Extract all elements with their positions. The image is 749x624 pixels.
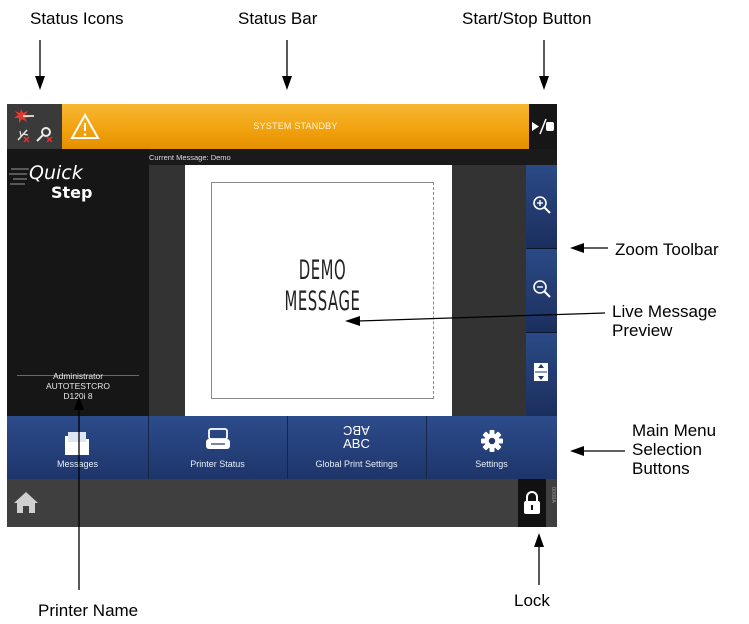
main-menu-callout-line3: Buttons [632, 459, 690, 478]
lock-callout: Lock [514, 591, 550, 610]
printer-info: Administrator AUTOTESTCRO D120i 8 [7, 371, 149, 401]
live-preview-callout: Live Message Preview [612, 302, 717, 340]
printer-user: Administrator [52, 371, 104, 381]
printer-name-callout: Printer Name [38, 601, 139, 620]
abc-upside-down: ABC [343, 423, 370, 438]
fit-page-button[interactable] [526, 333, 557, 417]
zoom-toolbar-callout: Zoom Toolbar [615, 240, 719, 259]
abc-rotate-icon: ABC ABC [287, 423, 426, 451]
main-menu-callout-line1: Main Menu [632, 421, 717, 440]
zoom-in-icon [533, 196, 551, 214]
live-preview-callout-line2: Preview [612, 321, 673, 340]
main-menu-callout-line2: Selection [632, 440, 702, 459]
status-text: SYSTEM STANDBY [253, 121, 338, 131]
printer-name: AUTOTESTCRO [45, 381, 111, 391]
live-message-preview[interactable]: DEMO MESSAGE [149, 165, 526, 416]
start-stop-callout: Start/Stop Button [462, 9, 592, 28]
abc-normal: ABC [343, 436, 370, 451]
menu-settings-label: Settings [475, 459, 508, 469]
arrow-status-icons [35, 40, 45, 90]
status-icons-callout: Status Icons [30, 9, 124, 28]
logo-quick: Quick [29, 162, 84, 184]
left-panel: Quick Step Administrator AUTOTESTCRO D12… [7, 149, 149, 416]
current-message-label: Current Message: Demo [149, 153, 231, 162]
menu-settings-button[interactable]: Settings [426, 416, 557, 479]
arrow-start-stop [539, 40, 549, 90]
lock-button[interactable] [518, 479, 546, 527]
zoom-out-button[interactable] [526, 249, 557, 333]
preview-message-text: DEMO MESSAGE [284, 255, 361, 317]
arrow-main-menu [570, 446, 625, 456]
main-menu-callout: Main Menu Selection Buttons [632, 421, 716, 478]
menu-printer-status-button[interactable]: Printer Status [148, 416, 288, 479]
logo-step: Step [51, 183, 92, 202]
arrow-lock [534, 533, 544, 585]
menu-global-print-settings-label: Global Print Settings [315, 459, 398, 469]
arrow-status-bar [282, 40, 292, 90]
device-screen: SYSTEM STANDBY Quick Step Administrator … [7, 104, 557, 527]
quickstep-logo: Quick Step [9, 162, 92, 202]
preview-paper: DEMO MESSAGE [185, 165, 452, 416]
menu-messages-label: Messages [56, 459, 99, 469]
printer-icon [206, 428, 230, 449]
menu-global-print-settings-button[interactable]: ABC ABC Global Print Settings [287, 416, 427, 479]
zoom-toolbar [526, 165, 557, 417]
menu-messages-button[interactable]: Messages [7, 416, 149, 479]
bottom-bar: 0008A [7, 479, 557, 527]
gear-icon [481, 430, 503, 452]
key-icon [36, 127, 53, 143]
start-stop-button[interactable] [529, 104, 557, 149]
lock-icon [524, 491, 540, 514]
status-icons-panel[interactable] [7, 104, 62, 149]
status-icons-svg [14, 109, 53, 143]
laser-warning-icon [14, 109, 34, 123]
home-icon[interactable] [13, 490, 41, 516]
usb-error-icon [17, 129, 30, 143]
main-menu-bar: Messages Printer Status ABC ABC Global P… [7, 416, 557, 479]
printer-model: D120i 8 [63, 391, 93, 401]
play-stop-icon [532, 118, 554, 135]
fit-page-icon [534, 363, 548, 381]
zoom-out-icon [533, 280, 551, 298]
status-bar-callout: Status Bar [238, 9, 318, 28]
version-code: 0008A [550, 487, 556, 503]
folder-icon [65, 432, 89, 455]
menu-printer-status-label: Printer Status [190, 459, 245, 469]
live-preview-callout-line1: Live Message [612, 302, 717, 321]
status-bar[interactable]: SYSTEM STANDBY [62, 104, 529, 149]
zoom-in-button[interactable] [526, 165, 557, 249]
arrow-zoom-toolbar [570, 243, 608, 253]
message-frame: DEMO MESSAGE [211, 182, 434, 399]
